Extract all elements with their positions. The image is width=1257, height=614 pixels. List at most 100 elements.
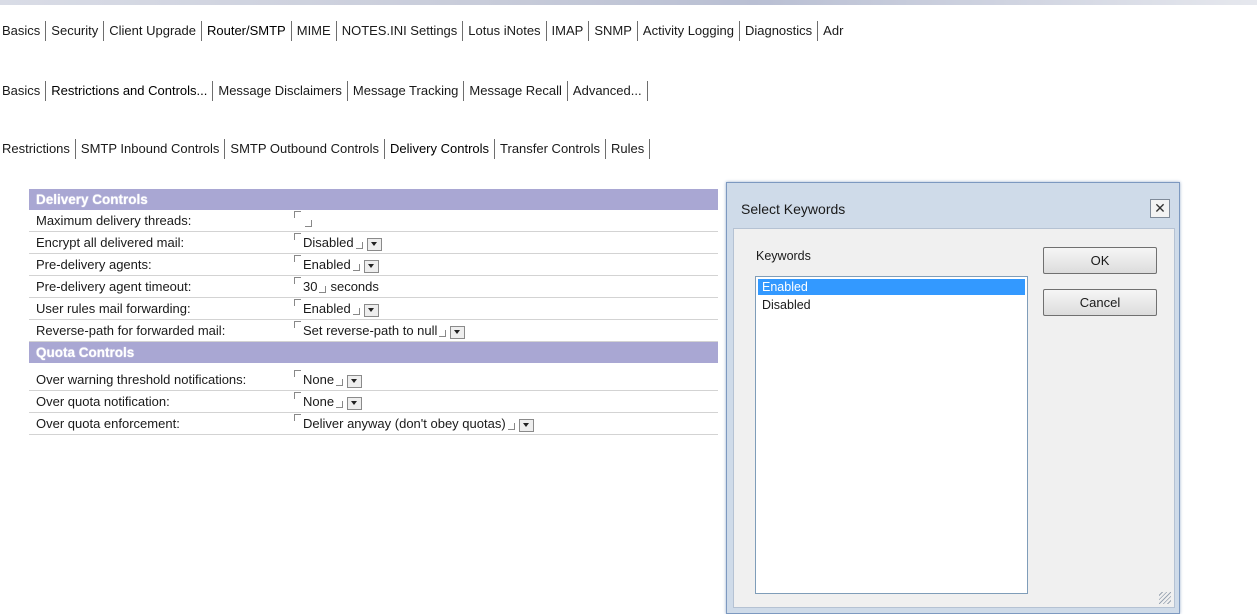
field-bracket-close (352, 308, 360, 315)
tab-basics-sub[interactable]: Basics (2, 81, 47, 101)
setting-label: Pre-delivery agent timeout: (36, 279, 192, 294)
setting-label: Over warning threshold notifications: (36, 372, 247, 387)
field-bracket-close (305, 220, 312, 227)
field-bracket-open (294, 370, 301, 377)
setting-label: Pre-delivery agents: (36, 257, 152, 272)
field-value: None (303, 394, 335, 409)
field-value: Set reverse-path to null (303, 323, 438, 338)
field-bracket-close (439, 330, 447, 337)
setting-row-quota-enforcement: Over quota enforcement: Deliver anyway (… (29, 413, 718, 435)
close-icon[interactable]: ✕ (1150, 199, 1170, 218)
dropdown-arrow-icon[interactable] (363, 304, 379, 317)
field-bracket-open (294, 255, 301, 262)
tab-smtp-inbound-controls[interactable]: SMTP Inbound Controls (76, 139, 226, 159)
dropdown-arrow-icon[interactable] (363, 260, 379, 273)
dropdown-arrow-icon[interactable] (450, 326, 466, 339)
ok-button[interactable]: OK (1043, 247, 1157, 274)
setting-label: Over quota notification: (36, 394, 170, 409)
tab-restrictions-and-controls[interactable]: Restrictions and Controls... (46, 81, 214, 101)
pre-delivery-agents-field[interactable]: Enabled (294, 254, 379, 275)
setting-label: Encrypt all delivered mail: (36, 235, 185, 250)
tab-transfer-controls[interactable]: Transfer Controls (495, 139, 606, 159)
field-bracket-open (294, 299, 301, 306)
field-value: Deliver anyway (don't obey quotas) (303, 416, 506, 431)
tab-security[interactable]: Security (46, 21, 105, 41)
tab-basics[interactable]: Basics (2, 21, 47, 41)
reverse-path-field[interactable]: Set reverse-path to null (294, 320, 466, 341)
tab-delivery-controls[interactable]: Delivery Controls (385, 139, 496, 159)
section-heading-delivery: Delivery Controls (29, 189, 718, 210)
config-tabs-level2: Basics Restrictions and Controls... Mess… (2, 81, 648, 101)
setting-row-agent-timeout: Pre-delivery agent timeout: 30 seconds (29, 276, 718, 298)
tab-mime[interactable]: MIME (292, 21, 337, 41)
setting-row-mail-forwarding: User rules mail forwarding: Enabled (29, 298, 718, 320)
field-bracket-close (352, 264, 360, 271)
tab-message-tracking[interactable]: Message Tracking (348, 81, 465, 101)
tab-activity-logging[interactable]: Activity Logging (638, 21, 740, 41)
field-value: Enabled (303, 257, 351, 272)
setting-label: User rules mail forwarding: (36, 301, 191, 316)
field-value: None (303, 372, 335, 387)
field-bracket-open (294, 277, 301, 284)
setting-row-warning-threshold: Over warning threshold notifications: No… (29, 363, 718, 391)
dialog-title: Select Keywords (741, 201, 846, 217)
dialog-body: Keywords Enabled Disabled OK Cancel (733, 228, 1175, 608)
setting-row-reverse-path: Reverse-path for forwarded mail: Set rev… (29, 320, 718, 342)
tab-imap[interactable]: IMAP (547, 21, 590, 41)
tab-message-recall[interactable]: Message Recall (464, 81, 568, 101)
cancel-button[interactable]: Cancel (1043, 289, 1157, 316)
dropdown-arrow-icon[interactable] (366, 238, 382, 251)
config-tabs-level3: Restrictions SMTP Inbound Controls SMTP … (2, 139, 651, 159)
settings-form: Delivery Controls Maximum delivery threa… (29, 189, 718, 435)
tab-diagnostics[interactable]: Diagnostics (740, 21, 819, 41)
keyword-option-disabled[interactable]: Disabled (758, 297, 1025, 313)
config-tabs-level1: Basics Security Client Upgrade Router/SM… (2, 21, 848, 41)
field-bracket-open (294, 414, 301, 421)
field-value: Disabled (303, 235, 354, 250)
tab-router-smtp[interactable]: Router/SMTP (202, 21, 292, 41)
encrypt-field[interactable]: Disabled (294, 232, 382, 253)
tab-notes-ini-settings[interactable]: NOTES.INI Settings (337, 21, 464, 41)
tab-advanced[interactable]: Advanced... (568, 81, 648, 101)
setting-label: Maximum delivery threads: (36, 213, 192, 228)
keywords-label: Keywords (756, 249, 811, 263)
section-heading-quota: Quota Controls (29, 342, 718, 363)
setting-row-max-threads: Maximum delivery threads: (29, 210, 718, 232)
field-bracket-open (294, 392, 301, 399)
field-bracket-close (507, 423, 515, 430)
quota-notification-field[interactable]: None (294, 391, 363, 412)
quota-enforcement-field[interactable]: Deliver anyway (don't obey quotas) (294, 413, 534, 434)
setting-row-quota-notification: Over quota notification: None (29, 391, 718, 413)
resize-grip-icon[interactable] (1159, 592, 1171, 604)
keywords-listbox[interactable]: Enabled Disabled (755, 276, 1028, 594)
tab-rules[interactable]: Rules (606, 139, 651, 159)
tab-smtp-outbound-controls[interactable]: SMTP Outbound Controls (225, 139, 386, 159)
mail-forwarding-field[interactable]: Enabled (294, 298, 379, 319)
setting-row-pre-delivery-agents: Pre-delivery agents: Enabled (29, 254, 718, 276)
setting-label: Reverse-path for forwarded mail: (36, 323, 226, 338)
unit-label: seconds (330, 279, 379, 294)
dropdown-arrow-icon[interactable] (518, 419, 534, 432)
tab-administration[interactable]: Adr (818, 21, 848, 41)
keyword-option-enabled[interactable]: Enabled (758, 279, 1025, 295)
agent-timeout-field[interactable]: 30 seconds (294, 276, 379, 297)
tab-message-disclaimers[interactable]: Message Disclaimers (213, 81, 348, 101)
tab-client-upgrade[interactable]: Client Upgrade (104, 21, 202, 41)
tab-snmp[interactable]: SNMP (589, 21, 638, 41)
field-value: Enabled (303, 301, 351, 316)
setting-row-encrypt: Encrypt all delivered mail: Disabled (29, 232, 718, 254)
field-bracket-open (294, 211, 301, 218)
warning-threshold-field[interactable]: None (294, 369, 363, 390)
max-threads-field[interactable] (294, 210, 316, 231)
field-bracket-close (319, 286, 327, 293)
window-top-strip (0, 0, 1257, 5)
dropdown-arrow-icon[interactable] (347, 375, 363, 388)
tab-restrictions[interactable]: Restrictions (2, 139, 76, 159)
field-value: 30 (303, 279, 318, 294)
field-bracket-close (336, 379, 344, 386)
dropdown-arrow-icon[interactable] (347, 397, 363, 410)
tab-lotus-inotes[interactable]: Lotus iNotes (463, 21, 547, 41)
field-bracket-close (336, 401, 344, 408)
setting-label: Over quota enforcement: (36, 416, 180, 431)
field-bracket-open (294, 233, 301, 240)
